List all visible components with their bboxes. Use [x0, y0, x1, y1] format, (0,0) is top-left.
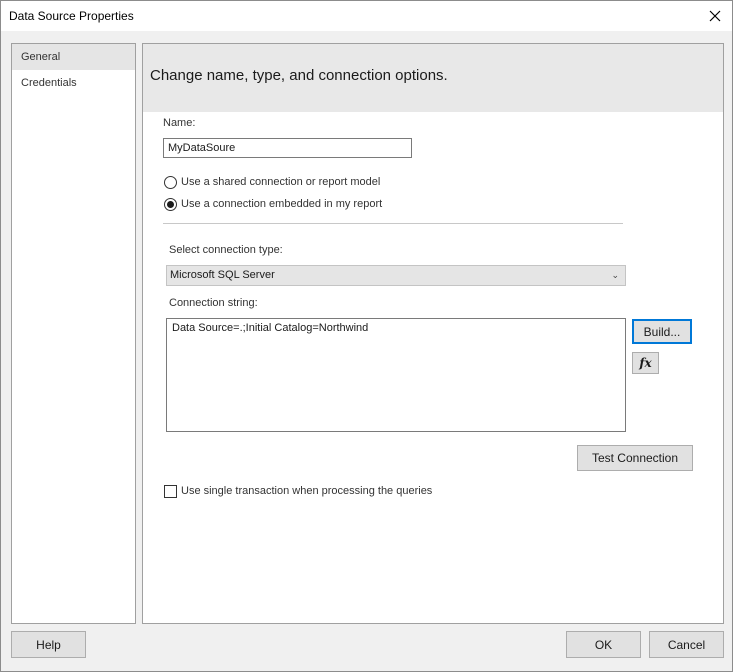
sidebar: General Credentials [11, 43, 136, 624]
test-connection-button[interactable]: Test Connection [577, 445, 693, 471]
close-icon [709, 10, 721, 22]
dialog-window: Data Source Properties General Credentia… [0, 0, 733, 672]
sidebar-item-general[interactable]: General [12, 44, 135, 70]
single-transaction-checkbox[interactable] [164, 485, 177, 498]
radio-embedded-connection[interactable] [164, 198, 177, 211]
separator [163, 223, 623, 224]
help-button[interactable]: Help [11, 631, 86, 658]
radio-embedded-label: Use a connection embedded in my report [181, 198, 383, 210]
connection-string-label: Connection string: [169, 297, 258, 309]
window-title: Data Source Properties [9, 9, 134, 23]
panel-heading: Change name, type, and connection option… [150, 67, 448, 84]
ok-button[interactable]: OK [566, 631, 641, 658]
connection-type-label: Select connection type: [169, 244, 283, 256]
panel-header: Change name, type, and connection option… [143, 44, 723, 112]
radio-shared-label: Use a shared connection or report model [181, 176, 381, 188]
title-bar: Data Source Properties [1, 1, 732, 31]
single-transaction-label: Use single transaction when processing t… [181, 485, 433, 497]
cancel-button[interactable]: Cancel [649, 631, 724, 658]
general-panel: Change name, type, and connection option… [142, 43, 724, 624]
radio-shared-connection[interactable] [164, 176, 177, 189]
chevron-down-icon: ⌄ [611, 270, 619, 280]
fx-icon: fx [639, 356, 652, 370]
connection-type-select[interactable]: Microsoft SQL Server ⌄ [166, 265, 626, 286]
name-field[interactable] [163, 138, 412, 158]
connection-string-field[interactable]: Data Source=.;Initial Catalog=Northwind [166, 318, 626, 432]
expression-button[interactable]: fx [632, 352, 659, 374]
connection-type-value: Microsoft SQL Server [170, 269, 275, 281]
close-button[interactable] [698, 1, 732, 31]
build-button[interactable]: Build... [632, 319, 692, 344]
sidebar-item-credentials[interactable]: Credentials [12, 70, 135, 96]
name-label: Name: [163, 117, 196, 129]
